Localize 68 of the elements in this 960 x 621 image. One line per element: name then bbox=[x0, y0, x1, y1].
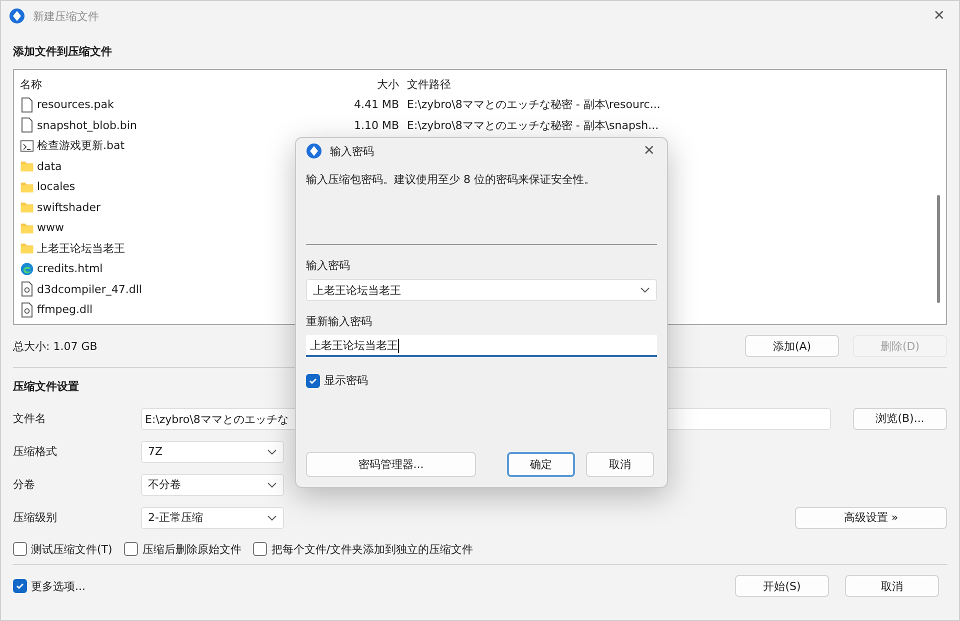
dropdown[interactable]: 7Z bbox=[141, 440, 284, 462]
list-button[interactable]: 添加(A) bbox=[745, 335, 839, 357]
checkbox[interactable] bbox=[124, 542, 138, 556]
checkbox-label: 更多选项... bbox=[31, 578, 86, 594]
advanced-settings-button[interactable]: 高级设置 » bbox=[795, 506, 947, 528]
script-file-icon bbox=[20, 138, 34, 154]
column-header[interactable]: 文件路径 bbox=[399, 76, 451, 92]
chevron-down-icon bbox=[640, 287, 650, 293]
close-button[interactable]: ✕ bbox=[927, 8, 951, 24]
footer-button[interactable]: 开始(S) bbox=[735, 575, 829, 597]
dialog-button[interactable]: 取消 bbox=[586, 452, 654, 477]
field-label: 文件名 bbox=[13, 411, 47, 426]
field-label: 压缩格式 bbox=[13, 444, 58, 459]
section-heading: 压缩文件设置 bbox=[13, 379, 79, 395]
section-heading: 添加文件到压缩文件 bbox=[13, 44, 112, 60]
field-label: 重新输入密码 bbox=[306, 314, 373, 330]
password-dropdown[interactable]: 上老王论坛当老王 bbox=[306, 279, 657, 301]
file-name: ffmpeg.dll bbox=[37, 303, 93, 316]
file-name: snapshot_blob.bin bbox=[37, 118, 137, 132]
column-header[interactable]: 名称 bbox=[14, 76, 334, 92]
chevron-down-icon bbox=[267, 514, 277, 520]
app-icon bbox=[306, 143, 322, 159]
checkbox-label: 压缩后删除原始文件 bbox=[142, 542, 242, 556]
dialog-button[interactable]: 确定 bbox=[507, 452, 575, 477]
app-icon bbox=[9, 8, 25, 24]
column-header[interactable]: 大小 bbox=[334, 76, 399, 92]
field-label: 分卷 bbox=[13, 477, 36, 492]
file-name: d3dcompiler_47.dll bbox=[37, 282, 142, 296]
checkbox[interactable] bbox=[253, 542, 268, 556]
file-path: E:\zybro\8ママとのエッチな秘密 - 副本\snapsh... bbox=[406, 118, 659, 133]
checkbox-label: 把每个文件/文件夹添加到独立的压缩文件 bbox=[271, 542, 474, 556]
file-name: data bbox=[37, 160, 62, 173]
browser-icon bbox=[20, 260, 34, 277]
file-name: 检查游戏更新.bat bbox=[37, 138, 125, 154]
field-label: 输入密码 bbox=[306, 258, 351, 274]
checkmark-icon bbox=[308, 376, 318, 386]
scrollbar[interactable] bbox=[937, 195, 940, 303]
browse-button[interactable]: 浏览(B)... bbox=[853, 408, 947, 430]
dialog-title: 输入密码 bbox=[330, 144, 374, 158]
file-icon bbox=[20, 96, 34, 113]
file-name: credits.html bbox=[37, 262, 103, 276]
close-button[interactable]: ✕ bbox=[641, 143, 657, 159]
file-name: swiftshader bbox=[37, 200, 100, 214]
checkbox[interactable] bbox=[306, 374, 320, 388]
dialog-hint: 输入压缩包密码。建议使用至少 8 位的密码来保证安全性。 bbox=[306, 172, 596, 188]
window-title: 新建压缩文件 bbox=[33, 8, 99, 24]
checkbox-label: 测试压缩文件(T) bbox=[31, 542, 112, 556]
file-size: 4.41 MB bbox=[352, 98, 399, 112]
dropdown[interactable]: 不分卷 bbox=[141, 474, 284, 496]
total-size: 总大小: 1.07 GB bbox=[13, 338, 98, 354]
file-path: E:\zybro\8ママとのエッチな秘密 - 副本\resourc... bbox=[406, 97, 660, 112]
file-name: resources.pak bbox=[37, 98, 114, 112]
file-name: www bbox=[37, 221, 64, 234]
footer-button[interactable]: 取消 bbox=[845, 575, 939, 597]
checkbox-label: 显示密码 bbox=[324, 373, 368, 388]
file-name: 上老王论坛当老王 bbox=[37, 240, 125, 256]
checkmark-icon bbox=[15, 581, 25, 591]
file-icon bbox=[20, 117, 34, 134]
checkbox[interactable] bbox=[13, 542, 27, 556]
field-label: 压缩级别 bbox=[13, 510, 58, 525]
dropdown[interactable]: 2-正常压缩 bbox=[141, 506, 284, 528]
chevron-down-icon bbox=[267, 448, 277, 454]
password-field[interactable]: 上老王论坛当老王 bbox=[306, 335, 657, 357]
chevron-down-icon bbox=[267, 482, 277, 488]
dialog-button[interactable]: 密码管理器... bbox=[306, 452, 476, 477]
file-name: locales bbox=[37, 180, 76, 194]
checkbox[interactable] bbox=[13, 579, 27, 593]
file-size: 1.10 MB bbox=[352, 118, 399, 132]
